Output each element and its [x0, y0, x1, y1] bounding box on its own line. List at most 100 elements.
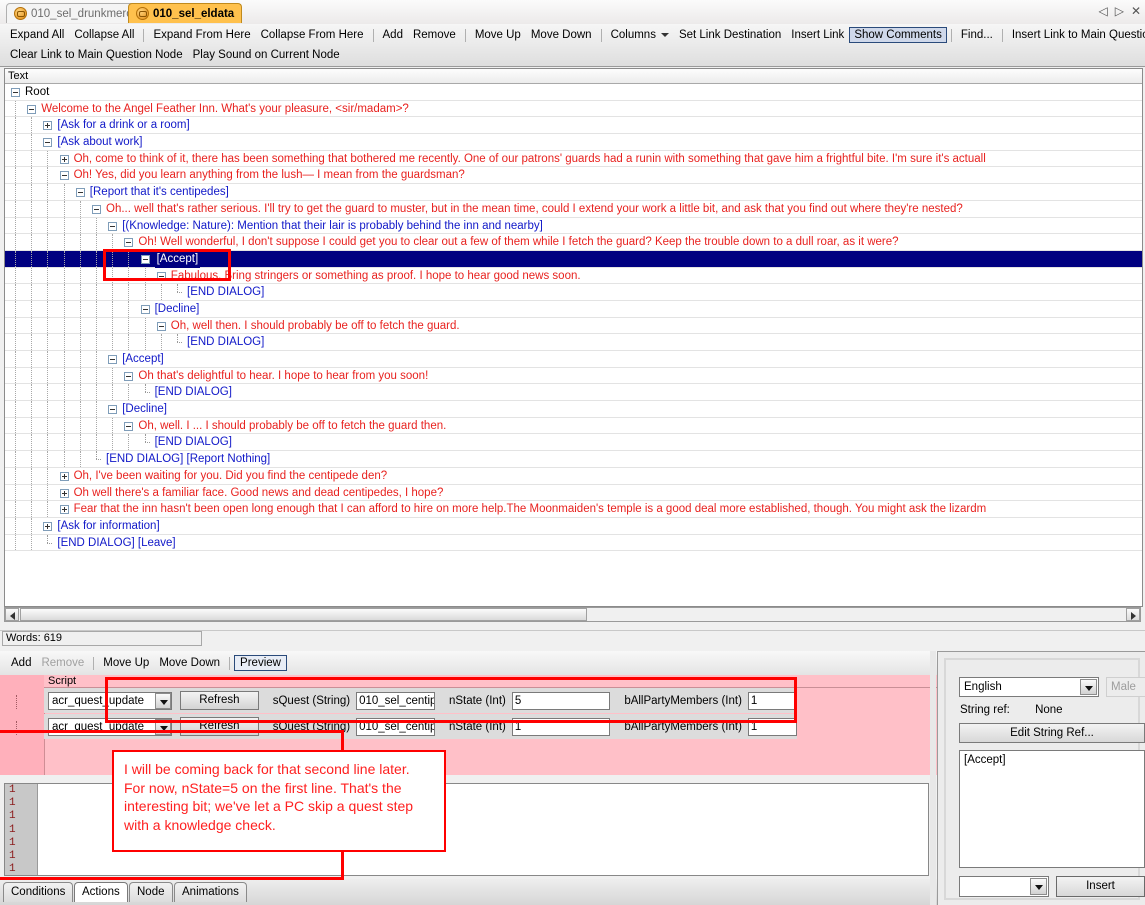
- chevron-down-icon[interactable]: [1080, 679, 1097, 695]
- actions-toolbar-item-move-down[interactable]: Move Down: [154, 656, 225, 670]
- collapse-node-icon[interactable]: [124, 421, 134, 431]
- tree-node-row[interactable]: [END DIALOG]: [5, 334, 1142, 351]
- toolbar-item-play-sound-on-current-node[interactable]: Play Sound on Current Node: [188, 48, 345, 62]
- toolbar-item-move-up[interactable]: Move Up: [470, 28, 526, 42]
- expand-node-icon[interactable]: [59, 471, 69, 481]
- toolbar-item-set-link-destination[interactable]: Set Link Destination: [674, 28, 786, 42]
- tree-node-row[interactable]: Oh well there's a familiar face. Good ne…: [5, 484, 1142, 502]
- tree-node-row[interactable]: Welcome to the Angel Feather Inn. What's…: [5, 100, 1142, 118]
- param-input-ballpartymembers[interactable]: 1: [747, 691, 798, 710]
- tree-node-row[interactable]: [Ask for information]: [5, 517, 1142, 535]
- tree-horizontal-scrollbar[interactable]: [4, 607, 1141, 622]
- collapse-node-icon[interactable]: [108, 221, 118, 231]
- expand-node-icon[interactable]: [59, 488, 69, 498]
- toolbar-item-clear-link-to-main-question-node[interactable]: Clear Link to Main Question Node: [5, 48, 188, 62]
- bottom-tab-node[interactable]: Node: [129, 882, 173, 902]
- scrollbar-thumb[interactable]: [20, 608, 587, 621]
- tree-node-row[interactable]: [Decline]: [5, 300, 1142, 318]
- toolbar-item-columns[interactable]: Columns: [606, 28, 674, 42]
- collapse-node-icon[interactable]: [59, 171, 69, 181]
- tree-node-row[interactable]: Oh, well then. I should probably be off …: [5, 317, 1142, 335]
- tree-rows[interactable]: Root Welcome to the Angel Feather Inn. Wh…: [5, 84, 1142, 604]
- tree-node-row[interactable]: [Decline]: [5, 401, 1142, 418]
- collapse-node-icon[interactable]: [124, 238, 134, 248]
- scroll-left-arrow-icon[interactable]: [5, 608, 19, 621]
- expand-node-icon[interactable]: [59, 505, 69, 515]
- tree-node-row[interactable]: [END DIALOG]: [5, 434, 1142, 452]
- expand-node-icon[interactable]: [43, 121, 53, 131]
- collapse-node-icon[interactable]: [108, 405, 118, 415]
- toolbar-item-insert-link[interactable]: Insert Link: [786, 28, 849, 42]
- tree-node-row[interactable]: [Ask about work]: [5, 134, 1142, 151]
- insert-token-combo[interactable]: [959, 876, 1049, 897]
- tree-node-row[interactable]: [Accept]: [5, 250, 1142, 268]
- expand-node-icon[interactable]: [43, 521, 53, 531]
- document-tab-drunkmerc[interactable]: 010_sel_drunkmerc: [6, 3, 141, 23]
- tree-node-row[interactable]: [END DIALOG] [Report Nothing]: [5, 451, 1142, 468]
- param-input-nstate[interactable]: 5: [511, 691, 611, 710]
- tree-node-row[interactable]: Oh that's delightful to hear. I hope to …: [5, 367, 1142, 385]
- prev-tab-icon[interactable]: ◁: [1098, 4, 1107, 18]
- collapse-node-icon[interactable]: [92, 204, 101, 214]
- collapse-node-icon[interactable]: [11, 88, 20, 97]
- tree-node-row[interactable]: [END DIALOG]: [5, 384, 1142, 402]
- tree-node-row[interactable]: Oh, I've been waiting for you. Did you f…: [5, 467, 1142, 485]
- next-tab-icon[interactable]: ▷: [1115, 4, 1124, 18]
- toolbar-item-remove[interactable]: Remove: [408, 28, 461, 42]
- collapse-node-icon[interactable]: [156, 321, 166, 331]
- insert-button[interactable]: Insert: [1056, 876, 1145, 897]
- expand-node-icon[interactable]: [59, 154, 69, 164]
- tree-node-row[interactable]: Oh... well that's rather serious. I'll t…: [5, 200, 1142, 218]
- tree-node-row[interactable]: Root: [5, 84, 1142, 101]
- tree-node-row[interactable]: Oh, well. I ... I should probably be off…: [5, 417, 1142, 435]
- param-input-ballpartymembers[interactable]: 1: [747, 717, 798, 736]
- tree-node-row[interactable]: [Report that it's centipedes]: [5, 184, 1142, 201]
- toolbar-item-collapse-all[interactable]: Collapse All: [69, 28, 139, 42]
- collapse-node-icon[interactable]: [156, 271, 166, 281]
- tree-node-row[interactable]: [Accept]: [5, 351, 1142, 368]
- collapse-node-icon[interactable]: [124, 371, 134, 381]
- script-row[interactable]: acr_quest_update Refresh sQuest (String)…: [44, 688, 798, 713]
- tree-node-row[interactable]: [(Knowledge: Nature): Mention that their…: [5, 217, 1142, 235]
- tree-node-row[interactable]: Oh! Well wonderful, I don't suppose I co…: [5, 234, 1142, 251]
- edit-string-ref-button[interactable]: Edit String Ref...: [959, 723, 1145, 743]
- close-tab-icon[interactable]: ✕: [1131, 4, 1141, 18]
- collapse-node-icon[interactable]: [43, 138, 53, 148]
- toolbar-item-insert-link-to-main-question-node[interactable]: Insert Link to Main Question Node: [1007, 28, 1145, 42]
- tree-column-header-text[interactable]: Text: [5, 69, 1142, 84]
- row-selector-marker[interactable]: [16, 695, 17, 709]
- chevron-down-icon[interactable]: [1030, 878, 1047, 895]
- panel-splitter[interactable]: [930, 651, 936, 905]
- tree-node-row[interactable]: [Ask for a drink or a room]: [5, 117, 1142, 135]
- refresh-button[interactable]: Refresh: [180, 691, 259, 710]
- row-selector-marker[interactable]: [16, 721, 17, 735]
- tree-node-row[interactable]: [END DIALOG]: [5, 284, 1142, 301]
- toolbar-item-collapse-from-here[interactable]: Collapse From Here: [256, 28, 369, 42]
- toolbar-item-find[interactable]: Find...: [956, 28, 998, 42]
- actions-toolbar-item-add[interactable]: Add: [6, 656, 36, 670]
- tree-node-row[interactable]: Fabulous. Bring stringers or something a…: [5, 267, 1142, 285]
- tree-node-row[interactable]: Oh, come to think of it, there has been …: [5, 150, 1142, 168]
- script-name-combo[interactable]: acr_quest_update: [48, 717, 173, 736]
- chevron-down-icon[interactable]: [155, 718, 172, 735]
- param-input-squest[interactable]: 010_sel_centiped: [356, 717, 435, 736]
- script-row[interactable]: acr_quest_update Refresh sQuest (String)…: [44, 714, 798, 739]
- collapse-node-icon[interactable]: [27, 104, 37, 114]
- param-input-nstate[interactable]: 1: [511, 717, 611, 736]
- collapse-node-icon[interactable]: [140, 254, 150, 264]
- document-tab-eldata[interactable]: 010_sel_eldata: [128, 3, 243, 23]
- toolbar-item-move-down[interactable]: Move Down: [526, 28, 597, 42]
- bottom-tab-conditions[interactable]: Conditions: [3, 882, 74, 902]
- tree-node-row[interactable]: Oh! Yes, did you learn anything from the…: [5, 167, 1142, 185]
- toolbar-item-add[interactable]: Add: [378, 28, 408, 42]
- bottom-tab-animations[interactable]: Animations: [174, 882, 247, 902]
- bottom-tab-actions[interactable]: Actions: [74, 882, 128, 902]
- toolbar-item-expand-from-here[interactable]: Expand From Here: [148, 28, 255, 42]
- collapse-node-icon[interactable]: [75, 188, 85, 198]
- param-input-squest[interactable]: 010_sel_centiped: [356, 691, 435, 710]
- chevron-down-icon[interactable]: [155, 692, 172, 709]
- tree-node-row[interactable]: [END DIALOG] [Leave]: [5, 534, 1142, 552]
- node-text-input[interactable]: [Accept]: [959, 750, 1145, 868]
- script-column-header[interactable]: Script: [44, 675, 937, 688]
- scroll-right-arrow-icon[interactable]: [1126, 608, 1140, 621]
